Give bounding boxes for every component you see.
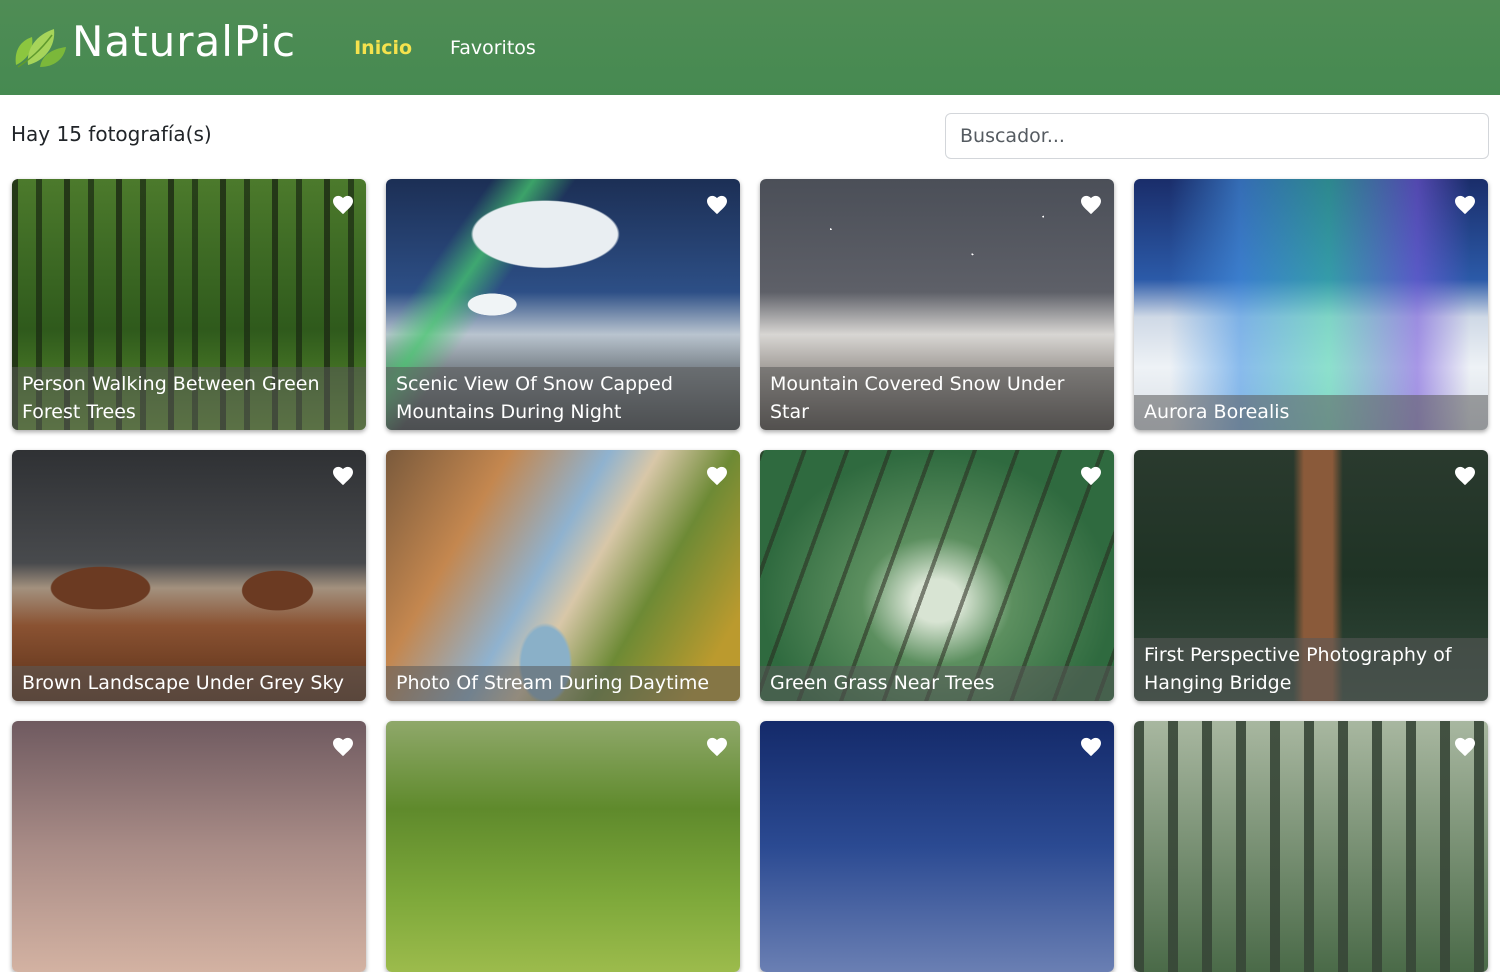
- photo-title: Mountain Covered Snow Under Star: [760, 367, 1114, 430]
- photo-card[interactable]: Green Grass Near Trees: [760, 450, 1114, 701]
- nav-link-inicio[interactable]: Inicio: [354, 37, 412, 59]
- heart-icon[interactable]: [706, 195, 728, 215]
- photo-title: Brown Landscape Under Grey Sky: [12, 666, 366, 701]
- brand-name: NaturalPic: [72, 17, 297, 66]
- heart-icon[interactable]: [1080, 466, 1102, 486]
- heart-icon[interactable]: [1454, 737, 1476, 757]
- photo-title: First Perspective Photography of Hanging…: [1134, 638, 1488, 701]
- photo-card[interactable]: Scenic View Of Snow Capped Mountains Dur…: [386, 179, 740, 430]
- photo-card[interactable]: Mountain Covered Snow Under Star: [760, 179, 1114, 430]
- brand[interactable]: NaturalPic: [10, 17, 296, 75]
- photo-title: Person Walking Between Green Forest Tree…: [12, 367, 366, 430]
- photo-card[interactable]: [386, 721, 740, 972]
- photo-title: Photo Of Stream During Daytime: [386, 666, 740, 701]
- heart-icon[interactable]: [706, 466, 728, 486]
- heart-icon[interactable]: [1454, 466, 1476, 486]
- heart-icon[interactable]: [332, 737, 354, 757]
- heart-icon[interactable]: [1080, 737, 1102, 757]
- photo-card[interactable]: [1134, 721, 1488, 972]
- photo-counter: Hay 15 fotografía(s): [11, 122, 212, 146]
- photo-title: Scenic View Of Snow Capped Mountains Dur…: [386, 367, 740, 430]
- photo-card[interactable]: Brown Landscape Under Grey Sky: [12, 450, 366, 701]
- photo-title: Green Grass Near Trees: [760, 666, 1114, 701]
- search-input[interactable]: [945, 113, 1489, 159]
- nav-links: Inicio Favoritos: [354, 37, 574, 59]
- heart-icon[interactable]: [332, 466, 354, 486]
- navbar: NaturalPic Inicio Favoritos: [0, 0, 1500, 95]
- photo-card[interactable]: Photo Of Stream During Daytime: [386, 450, 740, 701]
- heart-icon[interactable]: [332, 195, 354, 215]
- photo-card[interactable]: [760, 721, 1114, 972]
- photo-card[interactable]: Aurora Borealis: [1134, 179, 1488, 430]
- photo-grid: Person Walking Between Green Forest Tree…: [12, 179, 1488, 972]
- heart-icon[interactable]: [1454, 195, 1476, 215]
- photo-title: Aurora Borealis: [1134, 395, 1488, 430]
- photo-card[interactable]: [12, 721, 366, 972]
- leaf-logo-icon: [10, 21, 70, 75]
- photo-card[interactable]: First Perspective Photography of Hanging…: [1134, 450, 1488, 701]
- photo-card[interactable]: Person Walking Between Green Forest Tree…: [12, 179, 366, 430]
- heart-icon[interactable]: [706, 737, 728, 757]
- heart-icon[interactable]: [1080, 195, 1102, 215]
- nav-link-favoritos[interactable]: Favoritos: [450, 37, 536, 59]
